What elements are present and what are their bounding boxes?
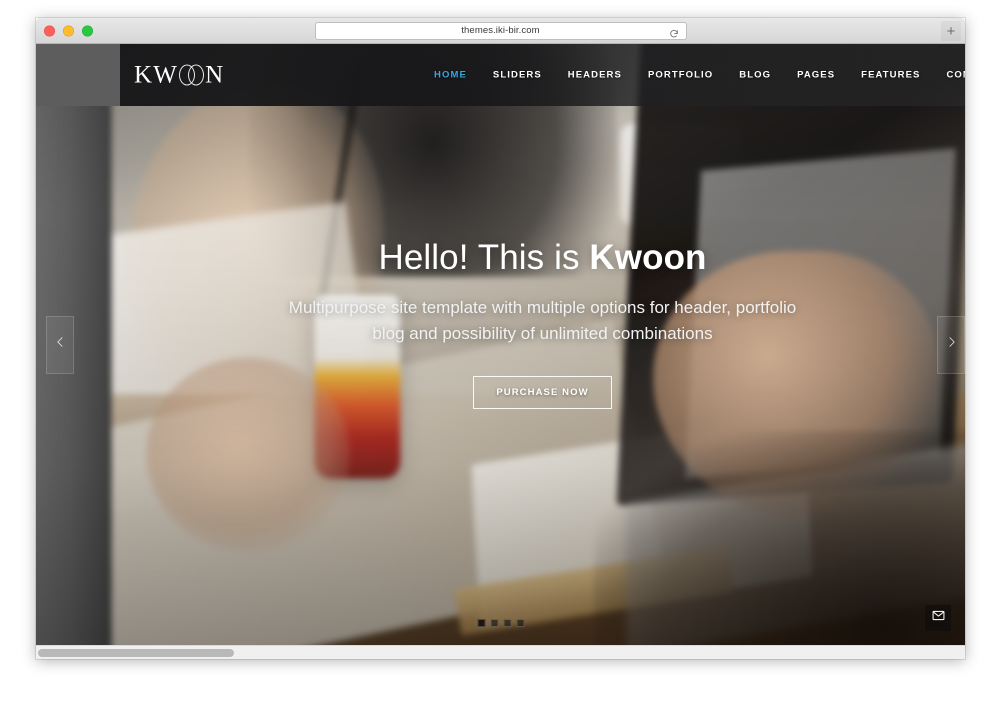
slider-pagination <box>477 619 524 627</box>
web-page: KW N HOME SLIDERS HEADERS PORTFOLIO BLOG… <box>36 44 965 645</box>
hero-content: Hello! This is Kwoon Multipurpose site t… <box>120 44 965 645</box>
slider-next-button[interactable] <box>937 315 965 374</box>
window-controls <box>44 25 93 36</box>
nav-item-blog[interactable]: BLOG <box>726 64 784 87</box>
horizontal-scrollbar[interactable] <box>36 645 965 659</box>
hero-title-bold: Kwoon <box>589 238 707 278</box>
hero-title-light: Hello! This is <box>378 238 590 278</box>
new-tab-button[interactable]: + <box>941 21 961 41</box>
hero-title: Hello! This is Kwoon <box>378 238 706 278</box>
purchase-now-button[interactable]: PURCHASE NOW <box>473 375 612 409</box>
header-left-gutter <box>36 44 120 106</box>
slider-dot-4[interactable] <box>516 619 524 627</box>
chevron-left-icon <box>54 331 67 358</box>
minimize-window-button[interactable] <box>63 25 74 36</box>
main-navigation: HOME SLIDERS HEADERS PORTFOLIO BLOG PAGE… <box>421 64 965 87</box>
url-text: themes.iki-bir.com <box>461 25 540 36</box>
chevron-right-icon <box>945 331 958 358</box>
nav-item-contact[interactable]: CONTACT <box>933 64 965 87</box>
logo-suffix: N <box>205 61 225 89</box>
slider-dot-1[interactable] <box>477 619 485 627</box>
contact-mail-button[interactable] <box>925 605 951 631</box>
envelope-icon <box>932 609 945 627</box>
nav-item-pages[interactable]: PAGES <box>784 64 848 87</box>
browser-chrome-bar: themes.iki-bir.com + <box>36 18 965 44</box>
nav-item-portfolio[interactable]: PORTFOLIO <box>635 64 726 87</box>
close-window-button[interactable] <box>44 25 55 36</box>
nav-item-sliders[interactable]: SLIDERS <box>480 64 555 87</box>
hero-subtitle-line1: Multipurpose site template with multiple… <box>288 298 797 318</box>
site-header: KW N HOME SLIDERS HEADERS PORTFOLIO BLOG… <box>36 44 965 106</box>
hero-subtitle-line2: blog and possibility of unlimited combin… <box>372 324 713 343</box>
nav-item-headers[interactable]: HEADERS <box>555 64 635 87</box>
maximize-window-button[interactable] <box>82 25 93 36</box>
slider-prev-button[interactable] <box>46 315 74 374</box>
nav-item-home[interactable]: HOME <box>421 64 480 87</box>
horizontal-scrollbar-thumb[interactable] <box>38 649 234 657</box>
browser-window: themes.iki-bir.com + KW N HOME SLIDERS H… <box>36 18 965 659</box>
page-viewport: KW N HOME SLIDERS HEADERS PORTFOLIO BLOG… <box>36 44 965 659</box>
slider-dot-2[interactable] <box>490 619 498 627</box>
site-logo[interactable]: KW N <box>134 63 224 88</box>
hero-subtitle: Multipurpose site template with multiple… <box>289 295 796 347</box>
slider-dot-3[interactable] <box>503 619 511 627</box>
logo-double-o-icon <box>179 64 205 86</box>
nav-item-features[interactable]: FEATURES <box>848 64 933 87</box>
reload-icon[interactable] <box>669 26 679 37</box>
address-bar[interactable]: themes.iki-bir.com <box>314 21 687 40</box>
logo-prefix: KW <box>134 61 179 89</box>
